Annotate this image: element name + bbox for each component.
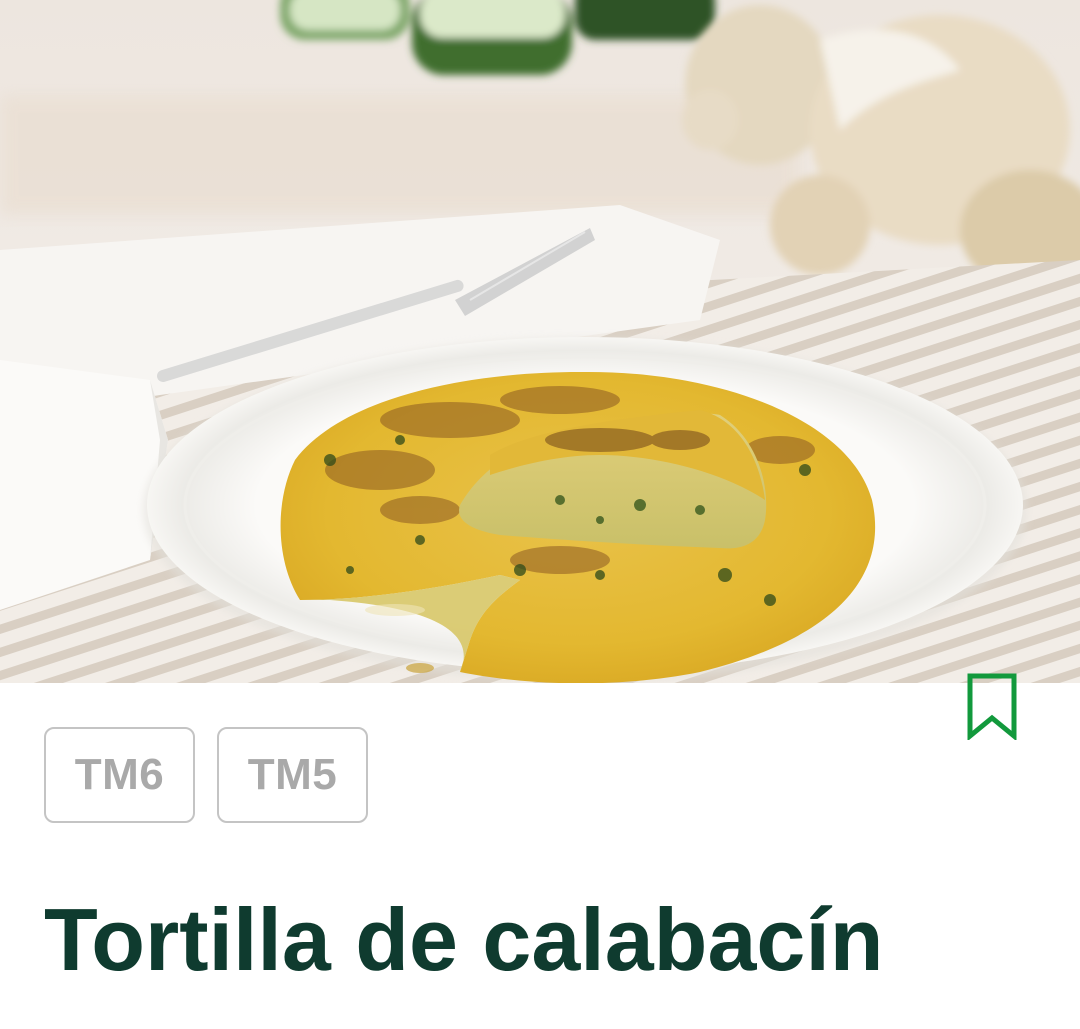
device-chip-tm5: TM5 (217, 727, 368, 823)
device-compatibility-list: TM6 TM5 (44, 727, 368, 823)
recipe-hero-image[interactable] (0, 0, 1080, 683)
recipe-detail-screen: TM6 TM5 Tortilla de calabacín (0, 0, 1080, 1029)
device-chip-label: TM5 (247, 750, 338, 799)
bookmark-icon (967, 673, 1017, 740)
device-chip-label: TM6 (74, 750, 165, 799)
tortilla-photo (0, 0, 1080, 683)
bookmark-button[interactable] (960, 668, 1024, 744)
device-chip-tm6: TM6 (44, 727, 195, 823)
recipe-title: Tortilla de calabacín (44, 890, 884, 989)
